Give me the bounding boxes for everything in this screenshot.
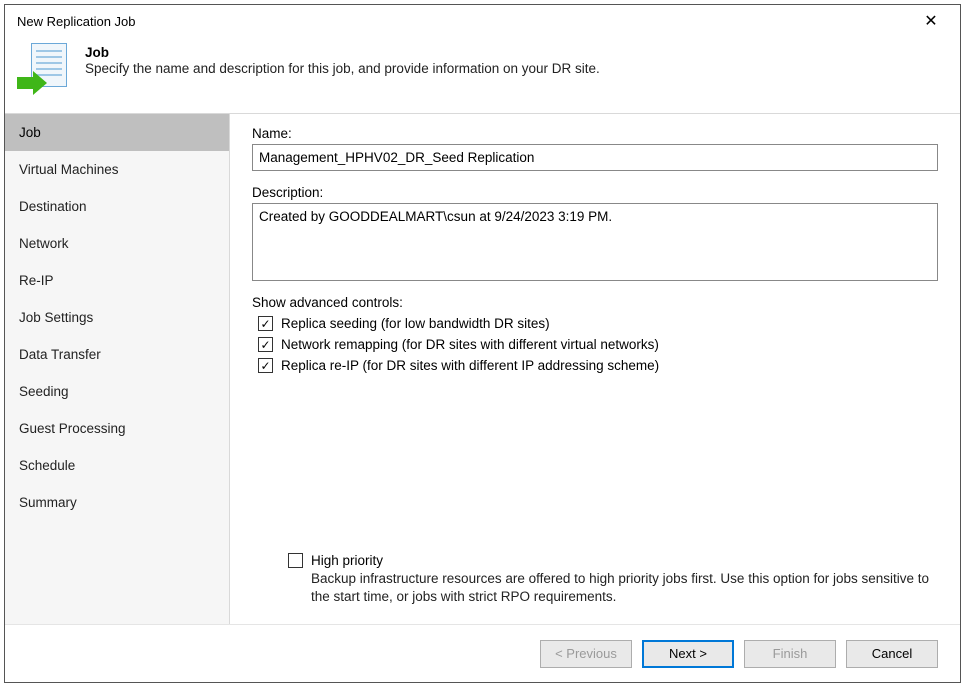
job-document-icon xyxy=(23,43,67,97)
dialog-window: New Replication Job ✕ Job Specify the na… xyxy=(4,4,961,683)
sidebar-item-label: Virtual Machines xyxy=(19,162,119,177)
next-button[interactable]: Next > xyxy=(642,640,734,668)
sidebar-item-label: Data Transfer xyxy=(19,347,101,362)
description-label: Description: xyxy=(252,185,938,200)
sidebar-item-data-transfer[interactable]: Data Transfer xyxy=(5,336,229,373)
check-icon: ✓ xyxy=(258,316,273,331)
description-input[interactable]: Created by GOODDEALMART\csun at 9/24/202… xyxy=(252,203,938,281)
checkbox-replica-seeding[interactable]: ✓ Replica seeding (for low bandwidth DR … xyxy=(258,316,938,331)
high-priority-description: Backup infrastructure resources are offe… xyxy=(311,570,938,606)
sidebar-item-label: Destination xyxy=(19,199,87,214)
sidebar-item-network[interactable]: Network xyxy=(5,225,229,262)
checkbox-network-remapping[interactable]: ✓ Network remapping (for DR sites with d… xyxy=(258,337,938,352)
sidebar-item-seeding[interactable]: Seeding xyxy=(5,373,229,410)
dialog-footer: < Previous Next > Finish Cancel xyxy=(5,624,960,682)
high-priority-block: High priority Backup infrastructure reso… xyxy=(288,553,938,606)
sidebar-item-label: Job xyxy=(19,125,41,140)
checkbox-empty-icon xyxy=(288,553,303,568)
checkbox-high-priority[interactable]: High priority xyxy=(288,553,938,568)
name-label: Name: xyxy=(252,126,938,141)
sidebar-item-summary[interactable]: Summary xyxy=(5,484,229,521)
sidebar-item-virtual-machines[interactable]: Virtual Machines xyxy=(5,151,229,188)
header: Job Specify the name and description for… xyxy=(5,37,960,113)
check-icon: ✓ xyxy=(258,358,273,373)
dialog-body: Job Virtual Machines Destination Network… xyxy=(5,113,960,624)
advanced-controls-label: Show advanced controls: xyxy=(252,295,938,310)
window-title: New Replication Job xyxy=(17,14,136,29)
content-panel: Name: Description: Created by GOODDEALMA… xyxy=(230,114,960,624)
checkbox-label: Network remapping (for DR sites with dif… xyxy=(281,337,659,352)
checkbox-label: Replica re-IP (for DR sites with differe… xyxy=(281,358,659,373)
checkbox-label: Replica seeding (for low bandwidth DR si… xyxy=(281,316,550,331)
cancel-button[interactable]: Cancel xyxy=(846,640,938,668)
wizard-sidebar: Job Virtual Machines Destination Network… xyxy=(5,114,230,624)
sidebar-item-job[interactable]: Job xyxy=(5,114,229,151)
check-icon: ✓ xyxy=(258,337,273,352)
titlebar: New Replication Job ✕ xyxy=(5,5,960,37)
previous-button: < Previous xyxy=(540,640,632,668)
header-title: Job xyxy=(85,45,600,60)
sidebar-item-label: Guest Processing xyxy=(19,421,126,436)
sidebar-item-label: Schedule xyxy=(19,458,75,473)
sidebar-item-label: Job Settings xyxy=(19,310,93,325)
sidebar-item-guest-processing[interactable]: Guest Processing xyxy=(5,410,229,447)
sidebar-item-job-settings[interactable]: Job Settings xyxy=(5,299,229,336)
arrow-right-icon xyxy=(17,71,51,95)
sidebar-item-label: Network xyxy=(19,236,69,251)
header-subtitle: Specify the name and description for thi… xyxy=(85,61,600,76)
checkbox-replica-re-ip[interactable]: ✓ Replica re-IP (for DR sites with diffe… xyxy=(258,358,938,373)
sidebar-item-re-ip[interactable]: Re-IP xyxy=(5,262,229,299)
sidebar-item-schedule[interactable]: Schedule xyxy=(5,447,229,484)
sidebar-item-label: Summary xyxy=(19,495,77,510)
finish-button: Finish xyxy=(744,640,836,668)
name-input[interactable] xyxy=(252,144,938,171)
checkbox-label: High priority xyxy=(311,553,383,568)
sidebar-item-label: Seeding xyxy=(19,384,69,399)
close-button[interactable]: ✕ xyxy=(910,6,952,36)
close-icon: ✕ xyxy=(924,11,937,31)
sidebar-item-label: Re-IP xyxy=(19,273,54,288)
sidebar-item-destination[interactable]: Destination xyxy=(5,188,229,225)
